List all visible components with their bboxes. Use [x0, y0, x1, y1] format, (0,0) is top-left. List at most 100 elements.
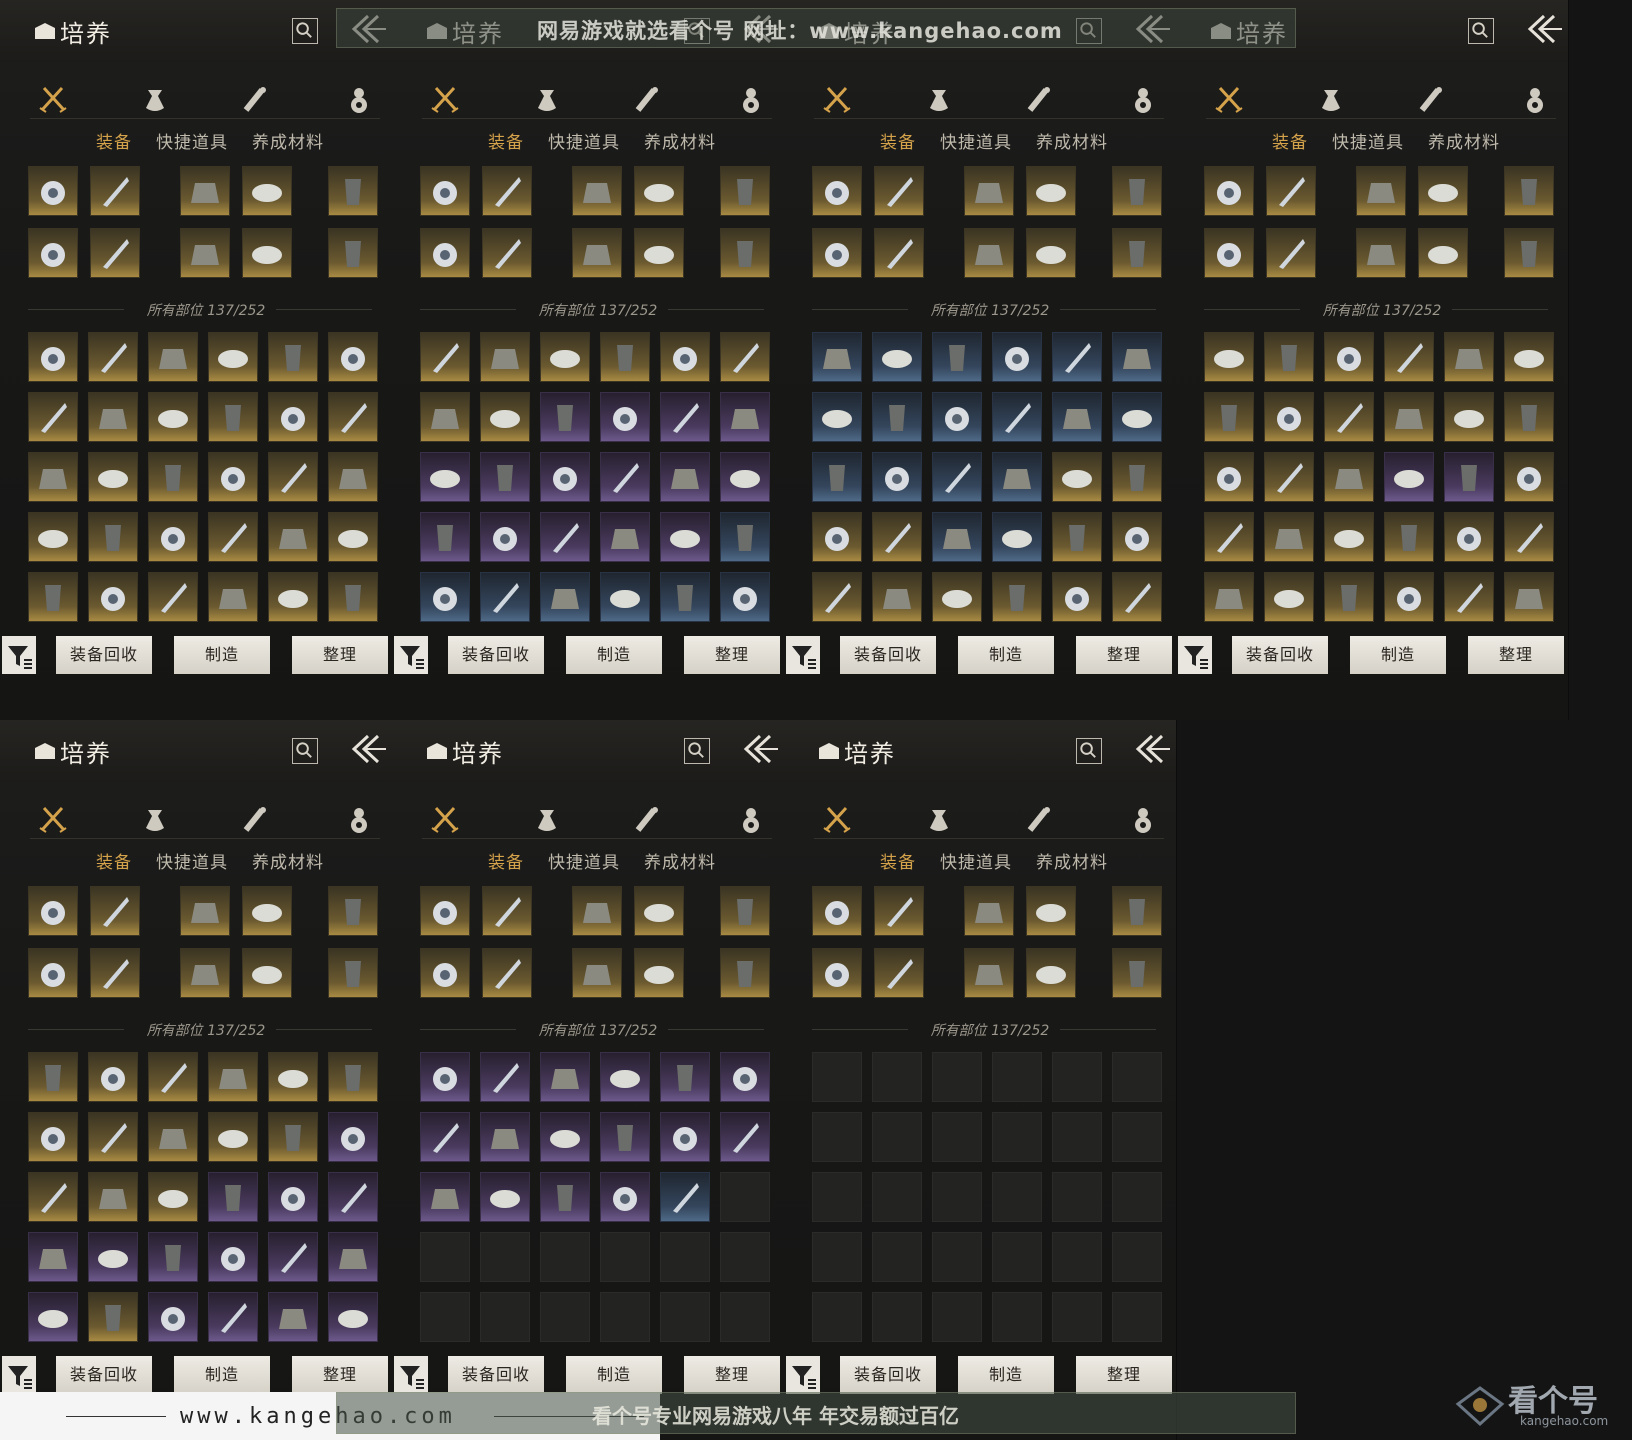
category-tab-gourd[interactable] — [1126, 84, 1160, 114]
craft-button[interactable]: 制造 — [958, 636, 1054, 674]
inventory-slot[interactable] — [660, 392, 710, 442]
equipped-slot[interactable] — [180, 166, 230, 216]
equipped-slot[interactable] — [1266, 228, 1316, 278]
equipped-slot[interactable] — [1418, 166, 1468, 216]
inventory-slot[interactable] — [812, 1232, 862, 1282]
sub-tab-2[interactable]: 养成材料 — [1428, 128, 1500, 153]
sub-tab-1[interactable]: 快捷道具 — [548, 128, 620, 153]
inventory-slot[interactable] — [932, 512, 982, 562]
category-tab-scroll[interactable] — [630, 84, 664, 114]
equipped-slot[interactable] — [1504, 166, 1554, 216]
inventory-slot[interactable] — [328, 1292, 378, 1342]
inventory-slot[interactable] — [420, 512, 470, 562]
inventory-slot[interactable] — [1112, 1052, 1162, 1102]
inventory-slot[interactable] — [660, 572, 710, 622]
inventory-slot[interactable] — [720, 1172, 770, 1222]
sub-tab-2[interactable]: 养成材料 — [252, 128, 324, 153]
equipped-slot[interactable] — [572, 166, 622, 216]
equipped-slot[interactable] — [1112, 166, 1162, 216]
inventory-slot[interactable] — [1324, 452, 1374, 502]
inventory-slot[interactable] — [812, 512, 862, 562]
sub-tab-2[interactable]: 养成材料 — [252, 848, 324, 873]
filter-button[interactable] — [394, 1356, 428, 1394]
equipped-slot[interactable] — [812, 166, 862, 216]
inventory-slot[interactable] — [540, 1232, 590, 1282]
inventory-slot[interactable] — [1112, 1112, 1162, 1162]
inventory-slot[interactable] — [88, 1172, 138, 1222]
equipped-slot[interactable] — [1504, 228, 1554, 278]
back-arrow-icon[interactable] — [1126, 732, 1170, 766]
inventory-slot[interactable] — [148, 1292, 198, 1342]
craft-button[interactable]: 制造 — [174, 636, 270, 674]
category-tab-crossed-swords[interactable] — [428, 804, 462, 834]
inventory-slot[interactable] — [328, 1112, 378, 1162]
inventory-slot[interactable] — [540, 1112, 590, 1162]
inventory-slot[interactable] — [328, 572, 378, 622]
equipped-slot[interactable] — [242, 166, 292, 216]
inventory-slot[interactable] — [600, 512, 650, 562]
category-tab-crossed-swords[interactable] — [820, 84, 854, 114]
arrange-button[interactable]: 整理 — [292, 636, 388, 674]
equipped-slot[interactable] — [812, 948, 862, 998]
inventory-slot[interactable] — [872, 392, 922, 442]
category-tab-gourd[interactable] — [1126, 804, 1160, 834]
inventory-slot[interactable] — [268, 452, 318, 502]
inventory-slot[interactable] — [420, 572, 470, 622]
inventory-slot[interactable] — [812, 332, 862, 382]
sub-tab-1[interactable]: 快捷道具 — [1332, 128, 1404, 153]
equipped-slot[interactable] — [90, 948, 140, 998]
equipped-slot[interactable] — [482, 166, 532, 216]
inventory-slot[interactable] — [268, 332, 318, 382]
inventory-slot[interactable] — [1052, 1232, 1102, 1282]
inventory-slot[interactable] — [1052, 512, 1102, 562]
inventory-slot[interactable] — [812, 1172, 862, 1222]
equipped-slot[interactable] — [874, 166, 924, 216]
inventory-slot[interactable] — [1204, 452, 1254, 502]
equipped-slot[interactable] — [482, 886, 532, 936]
inventory-slot[interactable] — [812, 572, 862, 622]
inventory-slot[interactable] — [328, 1232, 378, 1282]
inventory-slot[interactable] — [812, 452, 862, 502]
equipped-slot[interactable] — [720, 948, 770, 998]
inventory-slot[interactable] — [28, 1232, 78, 1282]
inventory-slot[interactable] — [1052, 392, 1102, 442]
category-tab-scroll[interactable] — [1022, 804, 1056, 834]
inventory-slot[interactable] — [1444, 512, 1494, 562]
equipped-slot[interactable] — [1204, 228, 1254, 278]
inventory-slot[interactable] — [208, 572, 258, 622]
inventory-slot[interactable] — [28, 1292, 78, 1342]
inventory-slot[interactable] — [1324, 572, 1374, 622]
search-button[interactable] — [1468, 18, 1494, 44]
equipped-slot[interactable] — [1266, 166, 1316, 216]
inventory-slot[interactable] — [540, 452, 590, 502]
inventory-slot[interactable] — [420, 332, 470, 382]
inventory-slot[interactable] — [28, 332, 78, 382]
inventory-slot[interactable] — [1264, 452, 1314, 502]
inventory-slot[interactable] — [480, 332, 530, 382]
equipped-slot[interactable] — [964, 886, 1014, 936]
equipped-slot[interactable] — [1026, 948, 1076, 998]
inventory-slot[interactable] — [600, 572, 650, 622]
inventory-slot[interactable] — [992, 572, 1042, 622]
inventory-slot[interactable] — [28, 572, 78, 622]
category-tab-scroll[interactable] — [238, 804, 272, 834]
inventory-slot[interactable] — [1052, 1112, 1102, 1162]
arrange-button[interactable]: 整理 — [684, 1356, 780, 1394]
equipped-slot[interactable] — [90, 166, 140, 216]
inventory-slot[interactable] — [992, 452, 1042, 502]
inventory-slot[interactable] — [328, 392, 378, 442]
sub-tab-1[interactable]: 快捷道具 — [156, 848, 228, 873]
inventory-slot[interactable] — [992, 332, 1042, 382]
inventory-slot[interactable] — [148, 332, 198, 382]
inventory-slot[interactable] — [1504, 452, 1554, 502]
inventory-slot[interactable] — [1112, 1232, 1162, 1282]
equipped-slot[interactable] — [572, 228, 622, 278]
inventory-slot[interactable] — [88, 1232, 138, 1282]
inventory-slot[interactable] — [600, 1052, 650, 1102]
inventory-slot[interactable] — [992, 1052, 1042, 1102]
inventory-slot[interactable] — [1204, 392, 1254, 442]
inventory-slot[interactable] — [1384, 512, 1434, 562]
equipped-slot[interactable] — [180, 228, 230, 278]
category-tab-pouch[interactable] — [530, 804, 564, 834]
inventory-slot[interactable] — [208, 512, 258, 562]
